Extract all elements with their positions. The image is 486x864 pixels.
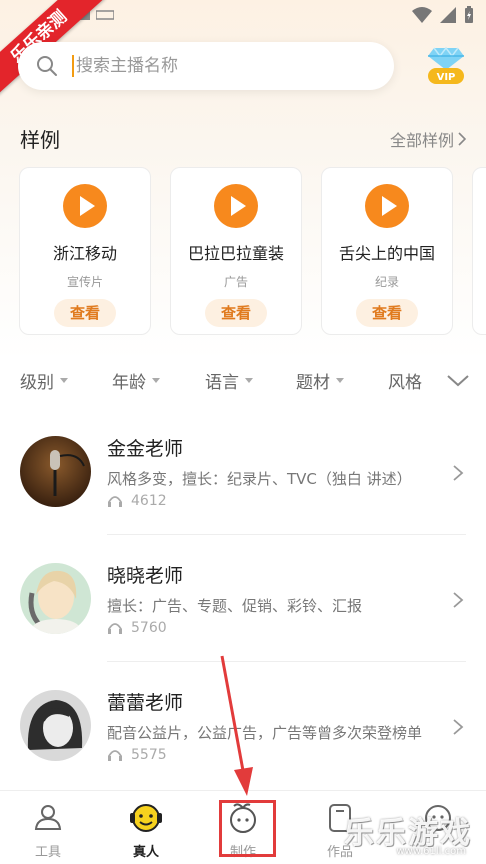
filter-label: 题材	[296, 373, 330, 393]
chevron-right-icon	[453, 592, 464, 608]
play-icon[interactable]	[63, 184, 107, 228]
sample-name: 巴拉巴拉童装	[187, 244, 284, 263]
teacher-desc: 风格多变，擅长：纪录片、TVC（独白 讲述）	[107, 470, 412, 488]
chevron-down-icon[interactable]	[446, 370, 470, 390]
filter-age[interactable]: 年龄	[112, 368, 160, 393]
chevron-right-icon	[453, 465, 464, 481]
sample-card-partial[interactable]	[472, 167, 486, 335]
teacher-name: 蕾蕾老师	[107, 692, 184, 714]
chevron-right-icon	[458, 132, 466, 146]
sample-name: 舌尖上的中国	[338, 244, 435, 263]
vip-diamond-icon[interactable]: VIP	[424, 44, 468, 88]
headphone-icon	[108, 623, 122, 634]
signal-icon	[440, 7, 456, 23]
filter-style[interactable]: 风格	[388, 368, 422, 393]
sample-type: 宣传片	[66, 275, 103, 289]
sample-card[interactable]: 浙江移动 宣传片 查看	[19, 167, 151, 335]
dropdown-arrow-icon	[152, 378, 160, 383]
view-button[interactable]: 查看	[54, 299, 116, 327]
sample-card[interactable]: 巴拉巴拉童装 广告 查看	[170, 167, 302, 335]
filter-label: 语言	[205, 373, 239, 393]
dropdown-arrow-icon	[245, 378, 253, 383]
play-count: 4612	[107, 493, 167, 509]
search-input[interactable]	[76, 56, 356, 76]
filter-bar: 级别 年龄 语言 题材 风格	[0, 366, 486, 396]
wifi-icon	[412, 7, 432, 23]
avatar	[20, 563, 91, 634]
status-right	[412, 6, 474, 24]
tab-label: 工具	[34, 845, 61, 860]
avatar	[20, 690, 91, 761]
tab-real-person[interactable]: 真人	[116, 801, 176, 860]
play-count-value: 5760	[131, 620, 167, 636]
dropdown-arrow-icon	[60, 378, 68, 383]
sample-cards: 浙江移动 宣传片 查看 巴拉巴拉童装 广告 查看 舌尖上的中国 纪录 查看	[19, 167, 486, 335]
view-button[interactable]: 查看	[356, 299, 418, 327]
sample-card[interactable]: 舌尖上的中国 纪录 查看	[321, 167, 453, 335]
vip-label: VIP	[437, 72, 456, 83]
tools-person-icon	[34, 805, 62, 830]
text-cursor	[72, 55, 74, 77]
filter-level[interactable]: 级别	[20, 368, 68, 393]
teacher-name: 晓晓老师	[107, 565, 184, 587]
filter-subject[interactable]: 题材	[296, 368, 344, 393]
play-icon[interactable]	[365, 184, 409, 228]
all-samples-label: 全部样例	[389, 131, 454, 150]
list-item[interactable]: 金金老师 风格多变，擅长：纪录片、TVC（独白 讲述） 4612	[0, 436, 486, 562]
corner-watermark-url: www.61ll.com	[396, 846, 466, 857]
battery-icon	[465, 6, 473, 23]
teacher-name: 金金老师	[107, 438, 184, 460]
portrait-photo-icon	[20, 563, 91, 634]
highlight-box	[219, 800, 276, 857]
avatar	[20, 436, 91, 507]
filter-label: 风格	[388, 373, 422, 393]
chevron-right-icon	[453, 719, 464, 735]
play-count-value: 5575	[131, 747, 167, 763]
tab-label: 真人	[132, 845, 159, 860]
filter-label: 年龄	[112, 373, 146, 393]
portrait-photo-icon	[20, 690, 91, 761]
divider	[107, 661, 466, 662]
search-icon	[37, 56, 57, 76]
samples-title: 样例	[20, 128, 60, 152]
filter-language[interactable]: 语言	[205, 368, 253, 393]
play-count: 5760	[107, 620, 167, 636]
microphone-photo-icon	[20, 436, 91, 507]
teacher-desc: 擅长：广告、专题、促销、彩铃、汇报	[107, 597, 363, 615]
view-button[interactable]: 查看	[205, 299, 267, 327]
headphone-icon	[108, 750, 122, 761]
all-samples-link[interactable]: 全部样例	[390, 127, 466, 151]
keyboard-icon	[96, 10, 114, 20]
play-icon[interactable]	[214, 184, 258, 228]
play-count-value: 4612	[131, 493, 167, 509]
filter-label: 级别	[20, 373, 54, 393]
tab-tools[interactable]: 工具	[18, 801, 78, 860]
headphone-icon	[108, 496, 122, 507]
sample-type: 纪录	[374, 275, 399, 289]
play-count: 5575	[107, 747, 167, 763]
list-item[interactable]: 晓晓老师 擅长：广告、专题、促销、彩铃、汇报 5760	[0, 563, 486, 689]
search-bar[interactable]	[18, 42, 394, 90]
sample-name: 浙江移动	[52, 244, 117, 263]
dropdown-arrow-icon	[336, 378, 344, 383]
sample-type: 广告	[223, 275, 248, 289]
teacher-desc: 配音公益片，公益广告，广告等曾多次荣登榜单	[107, 724, 423, 742]
divider	[107, 534, 466, 535]
smiley-headphone-icon	[130, 804, 162, 832]
